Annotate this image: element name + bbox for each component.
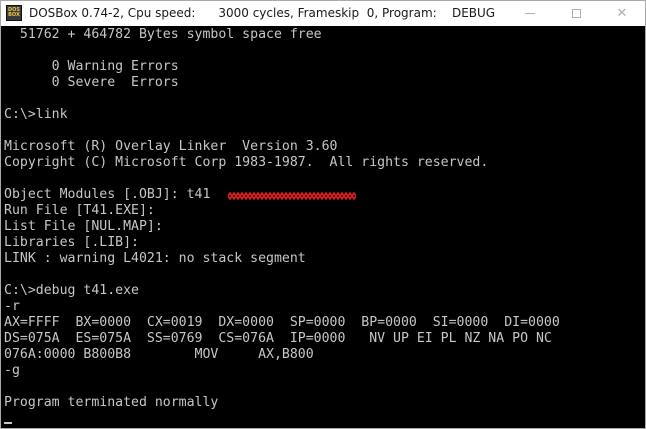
terminal-line: Object Modules [.OBJ]: t41 — [4, 187, 211, 202]
app-icon-label-bottom: BOX — [8, 12, 20, 18]
text-cursor — [4, 422, 12, 424]
maximize-button[interactable] — [553, 1, 599, 26]
terminal-line: C:\>link — [4, 107, 68, 122]
terminal-line: AX=FFFF BX=0000 CX=0019 DX=0000 SP=0000 … — [4, 315, 560, 330]
red-annotation-mark — [228, 192, 356, 200]
terminal-line: 0 Severe Errors — [4, 75, 179, 90]
terminal-line: Microsoft (R) Overlay Linker Version 3.6… — [4, 139, 338, 154]
dosbox-window: DOS BOX DOSBox 0.74-2, Cpu speed: 3000 c… — [0, 0, 646, 429]
terminal-line: Copyright (C) Microsoft Corp 1983-1987. … — [4, 155, 489, 170]
terminal-line: 51762 + 464782 Bytes symbol space free — [4, 27, 322, 42]
terminal-line: -g — [4, 363, 20, 378]
terminal-line: C:\>debug t41.exe — [4, 283, 139, 298]
terminal-line: List File [NUL.MAP]: — [4, 219, 163, 234]
terminal-line: DS=075A ES=075A SS=0769 CS=076A IP=0000 … — [4, 331, 552, 346]
terminal-line: Program terminated normally — [4, 395, 219, 410]
close-button[interactable]: ✕ — [599, 1, 645, 26]
close-icon: ✕ — [616, 6, 628, 21]
terminal-line: 0 Warning Errors — [4, 59, 179, 74]
minimize-icon — [525, 13, 535, 14]
terminal-line: 076A:0000 B800B8 MOV AX,B800 — [4, 347, 314, 362]
terminal-line: Libraries [.LIB]: — [4, 235, 139, 250]
window-title: DOSBox 0.74-2, Cpu speed: 3000 cycles, F… — [29, 6, 496, 20]
terminal-line: -r — [4, 299, 20, 314]
minimize-button[interactable] — [507, 1, 553, 26]
terminal-line: LINK : warning L4021: no stack segment — [4, 251, 306, 266]
terminal-line: Run File [T41.EXE]: — [4, 203, 155, 218]
title-bar[interactable]: DOS BOX DOSBox 0.74-2, Cpu speed: 3000 c… — [1, 1, 645, 26]
dosbox-app-icon: DOS BOX — [6, 5, 22, 21]
dos-terminal[interactable]: 51762 + 464782 Bytes symbol space free 0… — [1, 26, 645, 428]
maximize-icon — [571, 9, 581, 18]
